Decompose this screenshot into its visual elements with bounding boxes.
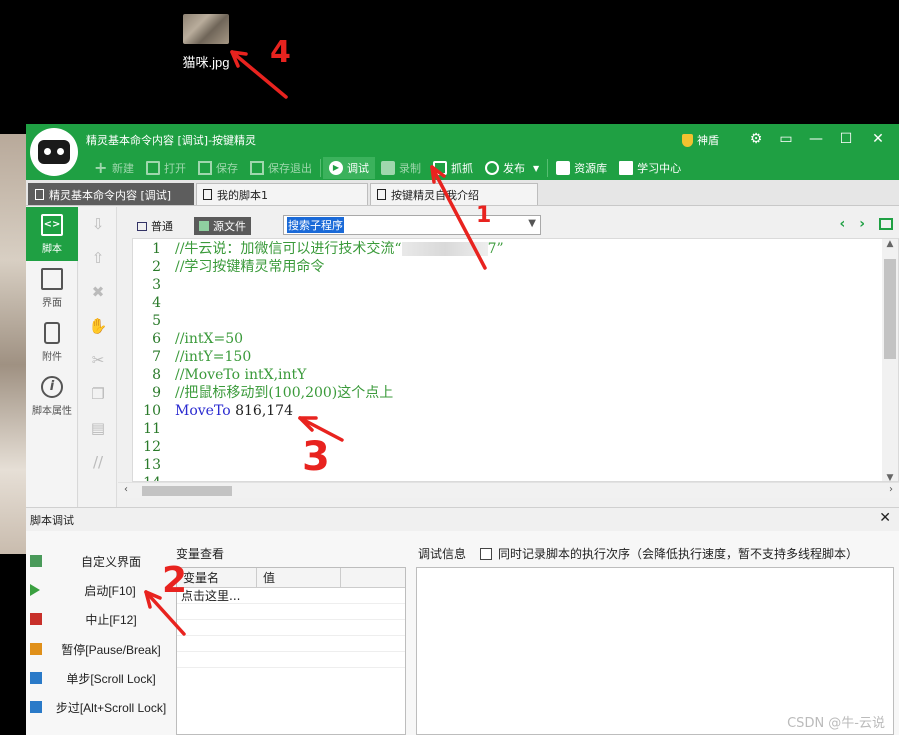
annotation-label-3: 3 xyxy=(302,434,330,480)
annotation-label-1: 1 xyxy=(476,203,491,228)
annotation-label-4: 4 xyxy=(270,35,291,70)
annotation-layer: 4 1 3 2 xyxy=(144,35,491,636)
annotation-label-2: 2 xyxy=(162,560,187,601)
